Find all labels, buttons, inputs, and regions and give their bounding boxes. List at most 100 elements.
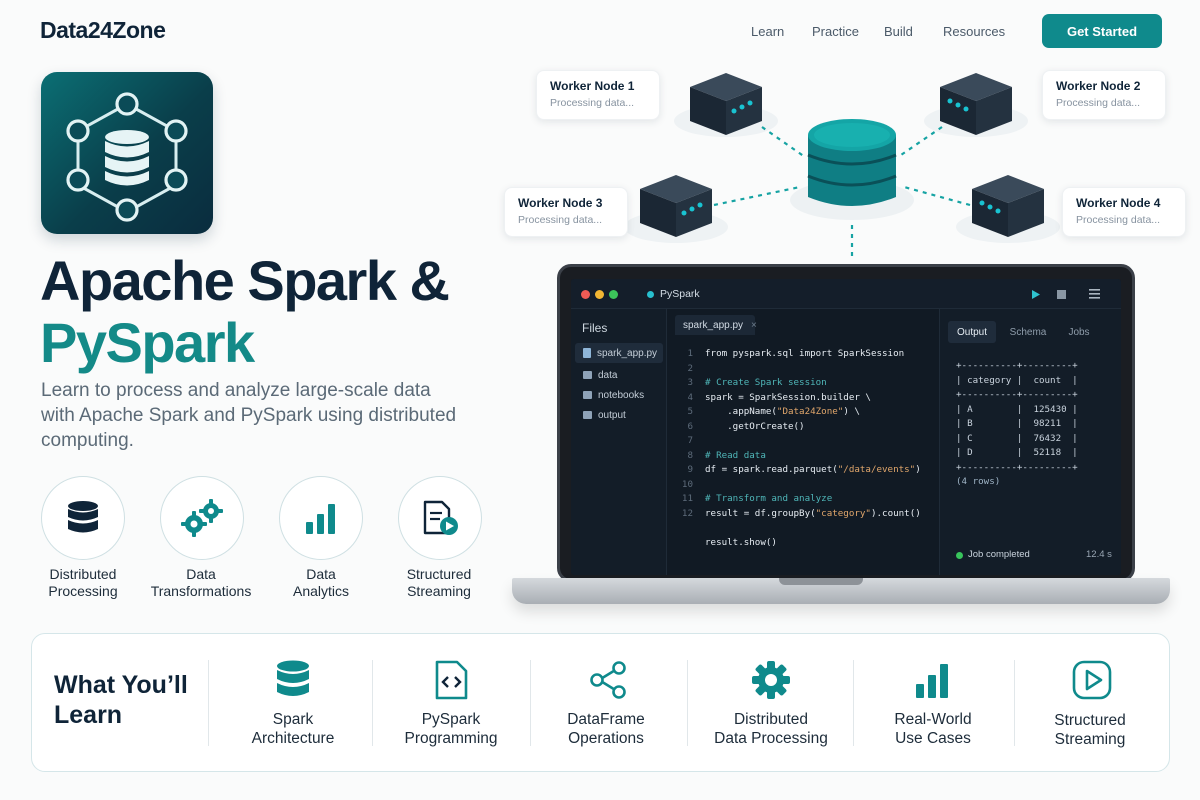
line-number: 10 [681,478,693,490]
tab-schema[interactable]: Schema [1002,321,1054,343]
learn-item-real-world-use-cases[interactable]: Real-World Use Cases [858,710,1008,748]
line-number: 7 [687,435,693,446]
code-line: 12 result = df.groupBy("category").count(… [667,507,939,522]
output-panel: Output Schema Jobs +----------+---------… [939,309,1121,575]
minimize-dot-icon[interactable] [595,290,604,299]
worker-node-3-card: Worker Node 3 Processing data... [504,187,628,237]
code-token: from pyspark.sql import SparkSession [705,348,905,359]
line-number: 1 [687,348,693,359]
files-heading: Files [582,321,608,335]
code-token: "Data24Zone" [776,406,844,417]
play-icon [1070,658,1114,702]
stop-icon[interactable] [1057,290,1066,299]
nav-link-practice[interactable]: Practice [812,24,859,39]
folder-notebooks[interactable]: notebooks [575,385,663,405]
table-row: | C | 76432 | [956,432,1078,444]
code-line: 1 from pyspark.sql import SparkSession [667,347,939,362]
ide-app-name: PySpark [660,288,700,300]
code-token: df = spark.read.parquet( [705,464,838,475]
folder-icon [583,371,592,379]
divider [372,660,373,746]
code-token: # Transform and analyze [705,493,833,504]
tab-jobs[interactable]: Jobs [1058,321,1100,343]
code-token: spark = SparkSession.builder \ [705,391,871,403]
learn-item-distributed-data-processing[interactable]: Distributed Data Processing [696,710,846,748]
table-row: | B | 98211 | [956,418,1078,429]
feature-label-structured-streaming: Structured Streaming [406,566,472,599]
feature-data-analytics[interactable] [279,476,363,560]
line-number: 6 [687,420,693,432]
nav-link-resources[interactable]: Resources [943,24,1005,39]
learn-item-pyspark-programming[interactable]: PySpark Programming [376,710,526,748]
code-line: 2 [667,362,939,377]
worker-node-title: Worker Node 1 [550,79,635,93]
folder-output[interactable]: output [575,405,663,425]
feature-label-distributed-processing: Distributed Processing [48,566,118,599]
run-icon[interactable] [1031,289,1041,300]
learn-section-title: What You’ll Learn [54,671,188,729]
job-status-text: Job completed [968,549,1030,560]
gear-icon [749,658,793,702]
ide-window: PySpark Files spark_app.py data notebook… [571,279,1121,575]
line-number: 3 [687,377,693,388]
code-token: result = df.groupBy( [705,507,816,519]
code-file-icon [429,658,473,702]
line-number: 4 [687,391,693,403]
code-token: .appName( [705,406,777,417]
tab-output[interactable]: Output [948,321,996,343]
code-line: 5 .appName("Data24Zone") \ [667,405,939,420]
table-row: +----------+---------+ [956,360,1078,371]
code-line: 7 [667,434,939,449]
code-token: "category" [815,507,871,519]
bar-chart-icon [910,658,954,702]
code-editor[interactable]: spark_app.py × 1 from pyspark.sql import S… [667,309,939,575]
hero-subtitle: Learn to process and analyze large-scale… [41,380,457,451]
divider [208,660,209,746]
feature-distributed-processing[interactable] [41,476,125,560]
get-started-button[interactable]: Get Started [1042,14,1162,48]
brand-logo-text[interactable]: Data24Zone [40,17,166,44]
file-icon [583,348,591,358]
learn-item-spark-architecture[interactable]: Spark Architecture [218,710,368,748]
nav-link-learn[interactable]: Learn [751,24,784,39]
job-success-icon [956,552,963,559]
feature-data-transformations[interactable] [160,476,244,560]
table-row: +----------+---------+ [956,389,1078,400]
code-line: 6 .getOrCreate() [667,420,939,435]
share-nodes-icon [586,658,630,702]
close-dot-icon[interactable] [581,290,590,299]
feature-label-data-analytics: Data Analytics [292,566,350,599]
worker-node-status: Processing data... [518,214,603,226]
folder-icon [583,391,592,399]
feature-label-data-transformations: Data Transformations [150,566,252,599]
worker-node-title: Worker Node 3 [518,196,603,210]
job-duration: 12.4 s [1086,549,1112,560]
line-number: 8 [687,449,693,461]
code-token: # Read data [705,449,766,461]
file-spark-app-py[interactable]: spark_app.py [575,343,663,363]
close-tab-icon[interactable]: × [751,320,757,331]
code-line: 8 # Read data [667,449,939,464]
feature-structured-streaming[interactable] [398,476,482,560]
menu-icon[interactable] [1089,289,1100,299]
database-network-icon [66,92,188,222]
maximize-dot-icon[interactable] [609,290,618,299]
spark-logo-tile [41,72,213,234]
worker-node-1-card: Worker Node 1 Processing data... [536,70,660,120]
code-token: ) \ [843,406,860,417]
database-icon [68,501,98,533]
learn-item-structured-streaming[interactable]: Structured Streaming [1015,711,1165,749]
code-line: 3 # Create Spark session [667,376,939,391]
learn-item-dataframe-operations[interactable]: DataFrame Operations [531,710,681,748]
folder-data[interactable]: data [575,365,663,385]
code-token: result.show() [705,536,777,548]
line-number: 12 [681,507,693,519]
code-token: ) [915,464,921,475]
nav-link-build[interactable]: Build [884,24,913,39]
database-icon [271,658,315,702]
worker-node-title: Worker Node 2 [1056,79,1141,93]
learn-section [31,633,1170,772]
editor-tab-spark-app[interactable]: spark_app.py × [675,315,757,335]
worker-node-title: Worker Node 4 [1076,196,1161,210]
line-number: 9 [687,464,693,475]
